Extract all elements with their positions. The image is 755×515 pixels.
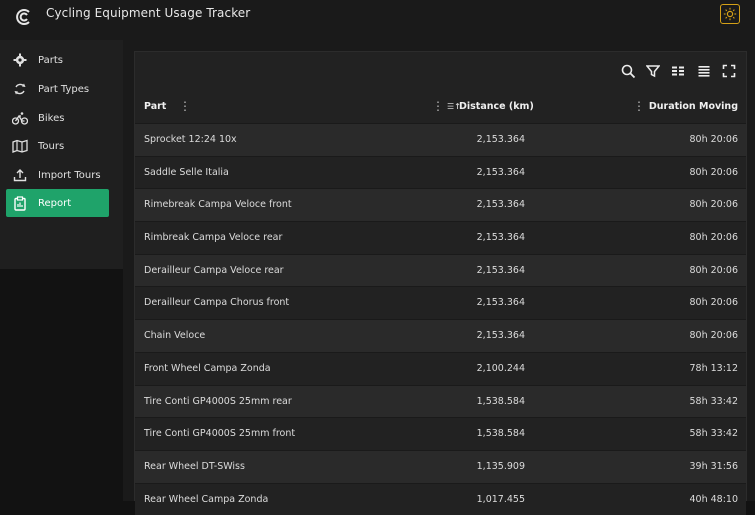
table-row[interactable]: Derailleur Campa Veloce rear 2,153.364 80h… [135,253,746,287]
search-button[interactable] [619,62,637,80]
cell-duration: 80h 20:06 [689,232,738,244]
sidebar-item-report[interactable]: Report [6,189,109,217]
cell-part: Chain Veloce [144,330,206,342]
sidebar-item-label: Part Types [38,83,90,95]
app-title: Cycling Equipment Usage Tracker [46,6,251,20]
cell-duration: 80h 20:06 [689,166,738,178]
sidebar-item-label: Report [38,197,72,209]
table-row[interactable]: Rear Wheel Campa Zonda 1,017.455 40h 48:10 [135,482,746,515]
filter-button[interactable] [644,62,662,80]
column-menu-part-icon[interactable]: ⋮ [179,99,191,113]
cell-distance: 2,153.364 [476,264,525,276]
cell-distance: 2,153.364 [476,232,525,244]
top-bar: Cycling Equipment Usage Tracker [0,0,755,40]
sidebar-item-import-tours[interactable]: Import Tours [6,161,109,189]
cell-duration: 80h 20:06 [689,330,738,342]
cell-duration: 80h 20:06 [689,134,738,145]
cell-distance: 2,153.364 [476,166,525,178]
sidebar-item-bikes[interactable]: Bikes [6,104,109,132]
table-row[interactable]: Rear Wheel DT-SWiss 1,135.909 39h 31:56 [135,449,746,483]
cell-part: Rear Wheel DT-SWiss [144,460,245,472]
table-row[interactable]: Tire Conti GP4000S 25mm front 1,538.584 58… [135,417,746,450]
fullscreen-button[interactable] [720,62,738,80]
cell-duration: 80h 20:06 [689,199,738,211]
sidebar-item-parts[interactable]: Parts [6,46,109,74]
cell-distance: 1,135.909 [476,460,525,472]
cell-part: Sprocket 12:24 10x [144,134,237,145]
report-table-panel: Part ⋮ ⋮ ☰↑ Distance (km) ⋮ Duration Mov… [134,51,747,515]
cell-distance: 2,153.364 [476,297,525,309]
column-menu-distance-icon[interactable]: ⋮ [432,99,444,113]
sidebar-item-tours[interactable]: Tours [6,132,109,160]
density-icon [698,66,710,77]
cell-part: Front Wheel Campa Zonda [144,362,271,374]
map-icon [12,138,28,154]
column-header-distance[interactable]: Distance (km) [459,101,534,112]
cell-distance: 1,538.584 [476,395,525,407]
columns-icon [672,66,684,76]
columns-button[interactable] [669,62,687,80]
density-button[interactable] [695,62,713,80]
cell-part: Tire Conti GP4000S 25mm rear [144,395,292,407]
table-row[interactable]: Sprocket 12:24 10x 2,153.364 80h 20:06 [135,123,746,156]
cycle-arrows-icon [12,81,28,97]
cell-duration: 39h 31:56 [689,460,738,472]
cell-duration: 80h 20:06 [689,264,738,276]
cell-part: Rimebreak Campa Veloce front [144,199,292,211]
cell-duration: 80h 20:06 [689,297,738,309]
gear-icon [12,52,28,68]
sidebar-item-part-types[interactable]: Part Types [6,75,109,103]
cell-part: Saddle Selle Italia [144,166,229,178]
table-body: Sprocket 12:24 10x 2,153.364 80h 20:06 Sadd… [135,123,746,515]
table-row[interactable]: Saddle Selle Italia 2,153.364 80h 20:06 [135,155,746,189]
cell-part: Rear Wheel Campa Zonda [144,493,269,505]
cell-part: Rimbreak Campa Veloce rear [144,232,283,244]
upload-icon [12,167,28,183]
fullscreen-icon [722,64,736,78]
cell-duration: 78h 13:12 [689,362,738,374]
filter-icon [646,65,660,78]
cell-distance: 2,153.364 [476,199,525,211]
cell-distance: 1,538.584 [476,428,525,440]
cell-duration: 58h 33:42 [689,395,738,407]
app-logo-icon [16,9,30,25]
column-menu-duration-icon[interactable]: ⋮ [633,99,645,113]
cell-distance: 2,153.364 [476,134,525,145]
table-row[interactable]: Derailleur Campa Chorus front 2,153.364 80… [135,286,746,320]
table-row[interactable]: Rimebreak Campa Veloce front 2,153.364 80h… [135,188,746,222]
table-row[interactable]: Tire Conti GP4000S 25mm rear 1,538.584 58h… [135,384,746,418]
sidebar: Parts Part Types Bikes Tours Import Tour… [0,40,123,269]
table-row[interactable]: Front Wheel Campa Zonda 2,100.244 78h 13:1… [135,351,746,385]
cell-duration: 40h 48:10 [689,493,738,505]
bike-icon [12,110,28,126]
table-row[interactable]: Chain Veloce 2,153.364 80h 20:06 [135,319,746,352]
table-row[interactable]: Rimbreak Campa Veloce rear 2,153.364 80h 2… [135,221,746,254]
sidebar-item-label: Bikes [38,112,65,124]
column-header-part[interactable]: Part [144,101,166,112]
cell-part: Derailleur Campa Veloce rear [144,264,284,276]
cell-part: Derailleur Campa Chorus front [144,297,290,309]
sidebar-item-label: Tours [38,140,65,152]
sun-icon [723,7,737,21]
cell-duration: 58h 33:42 [689,428,738,440]
search-icon [621,64,635,78]
table-header: Part ⋮ ⋮ ☰↑ Distance (km) ⋮ Duration Mov… [135,92,746,123]
clipboard-icon [12,195,28,211]
cell-part: Tire Conti GP4000S 25mm front [144,428,296,440]
sidebar-item-label: Parts [38,54,63,66]
sidebar-item-label: Import Tours [38,169,101,181]
column-header-duration[interactable]: Duration Moving [649,101,738,112]
cell-distance: 2,100.244 [476,362,525,374]
cell-distance: 1,017.455 [476,493,525,505]
cell-distance: 2,153.364 [476,330,525,342]
theme-toggle-button[interactable] [720,4,740,24]
